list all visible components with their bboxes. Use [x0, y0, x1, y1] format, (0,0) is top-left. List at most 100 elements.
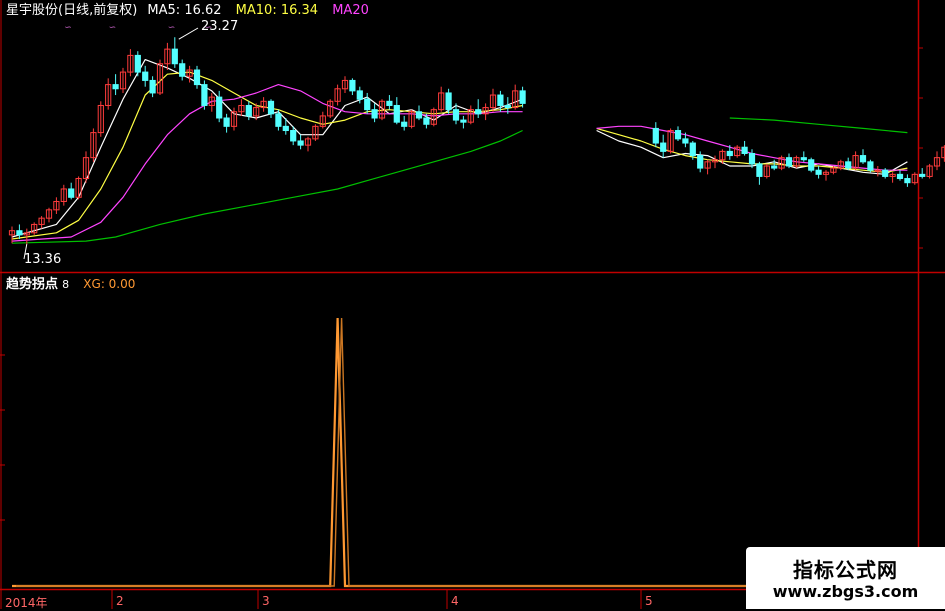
- candle-51: [386, 95, 393, 110]
- candle-123: [919, 168, 926, 179]
- candle-body-8: [68, 188, 75, 198]
- candle-105: [785, 153, 793, 169]
- candle-110: [822, 170, 830, 181]
- candle-124: [926, 163, 933, 179]
- candle-body-48: [364, 98, 371, 111]
- watermark-site-name: 指标公式网: [793, 558, 898, 582]
- candle-body-37: [282, 125, 289, 132]
- candle-17: [134, 51, 141, 77]
- candle-101: [756, 161, 763, 185]
- candle-10: [82, 151, 90, 183]
- candle-body-51: [386, 100, 393, 106]
- candle-body-17: [134, 54, 141, 73]
- candle-body-52: [393, 104, 400, 123]
- candle-body-39: [297, 140, 304, 146]
- ma20-label: MA20: [332, 3, 369, 18]
- candle-116: [867, 159, 874, 173]
- candle-body-99: [741, 146, 748, 154]
- indicator-header: 趋势拐点 8 XG: 0.00: [6, 276, 135, 293]
- candle-body-59: [445, 92, 452, 111]
- ma5-label: MA5: 16.62: [147, 3, 222, 18]
- candle-16: [127, 49, 134, 77]
- indicator-param: 8: [62, 278, 70, 291]
- candle-1: [16, 224, 23, 240]
- candle-11: [90, 128, 97, 162]
- candle-body-108: [808, 159, 815, 171]
- candle-44: [334, 84, 341, 106]
- candle-62: [467, 105, 474, 125]
- candle-body-55: [415, 111, 423, 119]
- candle-body-69: [519, 90, 526, 104]
- candle-39: [297, 134, 304, 150]
- candle-55: [415, 105, 423, 121]
- candle-15: [119, 67, 127, 93]
- candle-5: [45, 207, 53, 223]
- candlesticks: [8, 37, 945, 245]
- candle-body-103: [771, 165, 778, 169]
- candle-body-38: [290, 130, 297, 142]
- x-axis-label-year: 2014年: [5, 596, 48, 610]
- candle-95: [711, 155, 719, 169]
- candle-48: [364, 92, 371, 114]
- candle-body-53: [401, 121, 408, 127]
- candle-body-22: [171, 48, 178, 65]
- candle-69: [519, 86, 526, 108]
- annotations: ∽ ∽ ∽ ∽: [23, 23, 212, 260]
- candle-53: [401, 115, 408, 131]
- candle-25: [193, 65, 201, 89]
- candle-body-28: [216, 96, 223, 119]
- candle-body-60: [452, 109, 460, 121]
- candle-45: [341, 76, 349, 93]
- ma10-label: MA10: 16.34: [235, 3, 319, 18]
- candle-7: [60, 184, 67, 206]
- candle-107: [800, 151, 807, 162]
- ma60-line-1: [729, 117, 908, 134]
- candle-57: [430, 107, 437, 127]
- candle-body-35: [267, 100, 275, 115]
- candle-body-91: [682, 138, 689, 144]
- candle-body-29: [223, 117, 230, 127]
- high-price-label: 23.27: [201, 19, 239, 34]
- main-title: 星宇股份(日线,前复权): [6, 3, 138, 18]
- candle-body-19: [149, 79, 156, 94]
- candle-109: [815, 166, 822, 179]
- candle-42: [319, 111, 326, 129]
- indicator-title: 趋势拐点: [6, 277, 59, 292]
- candle-body-18: [142, 71, 149, 81]
- candle-122: [911, 172, 918, 185]
- candle-125: [933, 151, 941, 171]
- ma60-line-0: [11, 129, 523, 244]
- candle-52: [393, 97, 400, 125]
- candle-body-100: [748, 152, 756, 165]
- main-header: 星宇股份(日线,前复权) MA5: 16.62 MA10: 16.34 MA20: [6, 3, 369, 19]
- candle-body-123: [919, 173, 926, 177]
- candle-19: [149, 76, 156, 98]
- candle-18: [142, 65, 149, 87]
- ma-marker-0: ∽: [64, 23, 72, 33]
- candle-43: [327, 99, 334, 118]
- candle-4: [38, 216, 45, 229]
- candle-117: [874, 166, 881, 177]
- candle-body-49: [371, 109, 378, 119]
- candle-body-90: [674, 130, 682, 140]
- candle-body-14: [112, 84, 119, 90]
- watermark-url: www.zbgs3.com: [772, 582, 919, 601]
- chart-frame: [0, 0, 945, 609]
- ma-marker-1: ∽: [109, 23, 117, 33]
- candle-65: [489, 88, 497, 112]
- candle-87: [652, 122, 659, 148]
- candle-94: [704, 159, 711, 175]
- candle-121: [904, 174, 911, 187]
- candle-120: [896, 170, 904, 181]
- candle-13: [105, 78, 112, 110]
- candle-body-46: [349, 79, 356, 92]
- x-axis-label-mar: 3: [262, 594, 270, 608]
- candle-88: [660, 134, 667, 158]
- candle-119: [889, 172, 896, 183]
- candle-body-113: [845, 161, 852, 169]
- candle-9: [75, 176, 82, 200]
- x-axis-label-apr: 4: [451, 594, 459, 608]
- low-price-label: 13.36: [24, 252, 62, 267]
- candle-body-92: [689, 142, 696, 157]
- candle-body-1: [16, 230, 23, 236]
